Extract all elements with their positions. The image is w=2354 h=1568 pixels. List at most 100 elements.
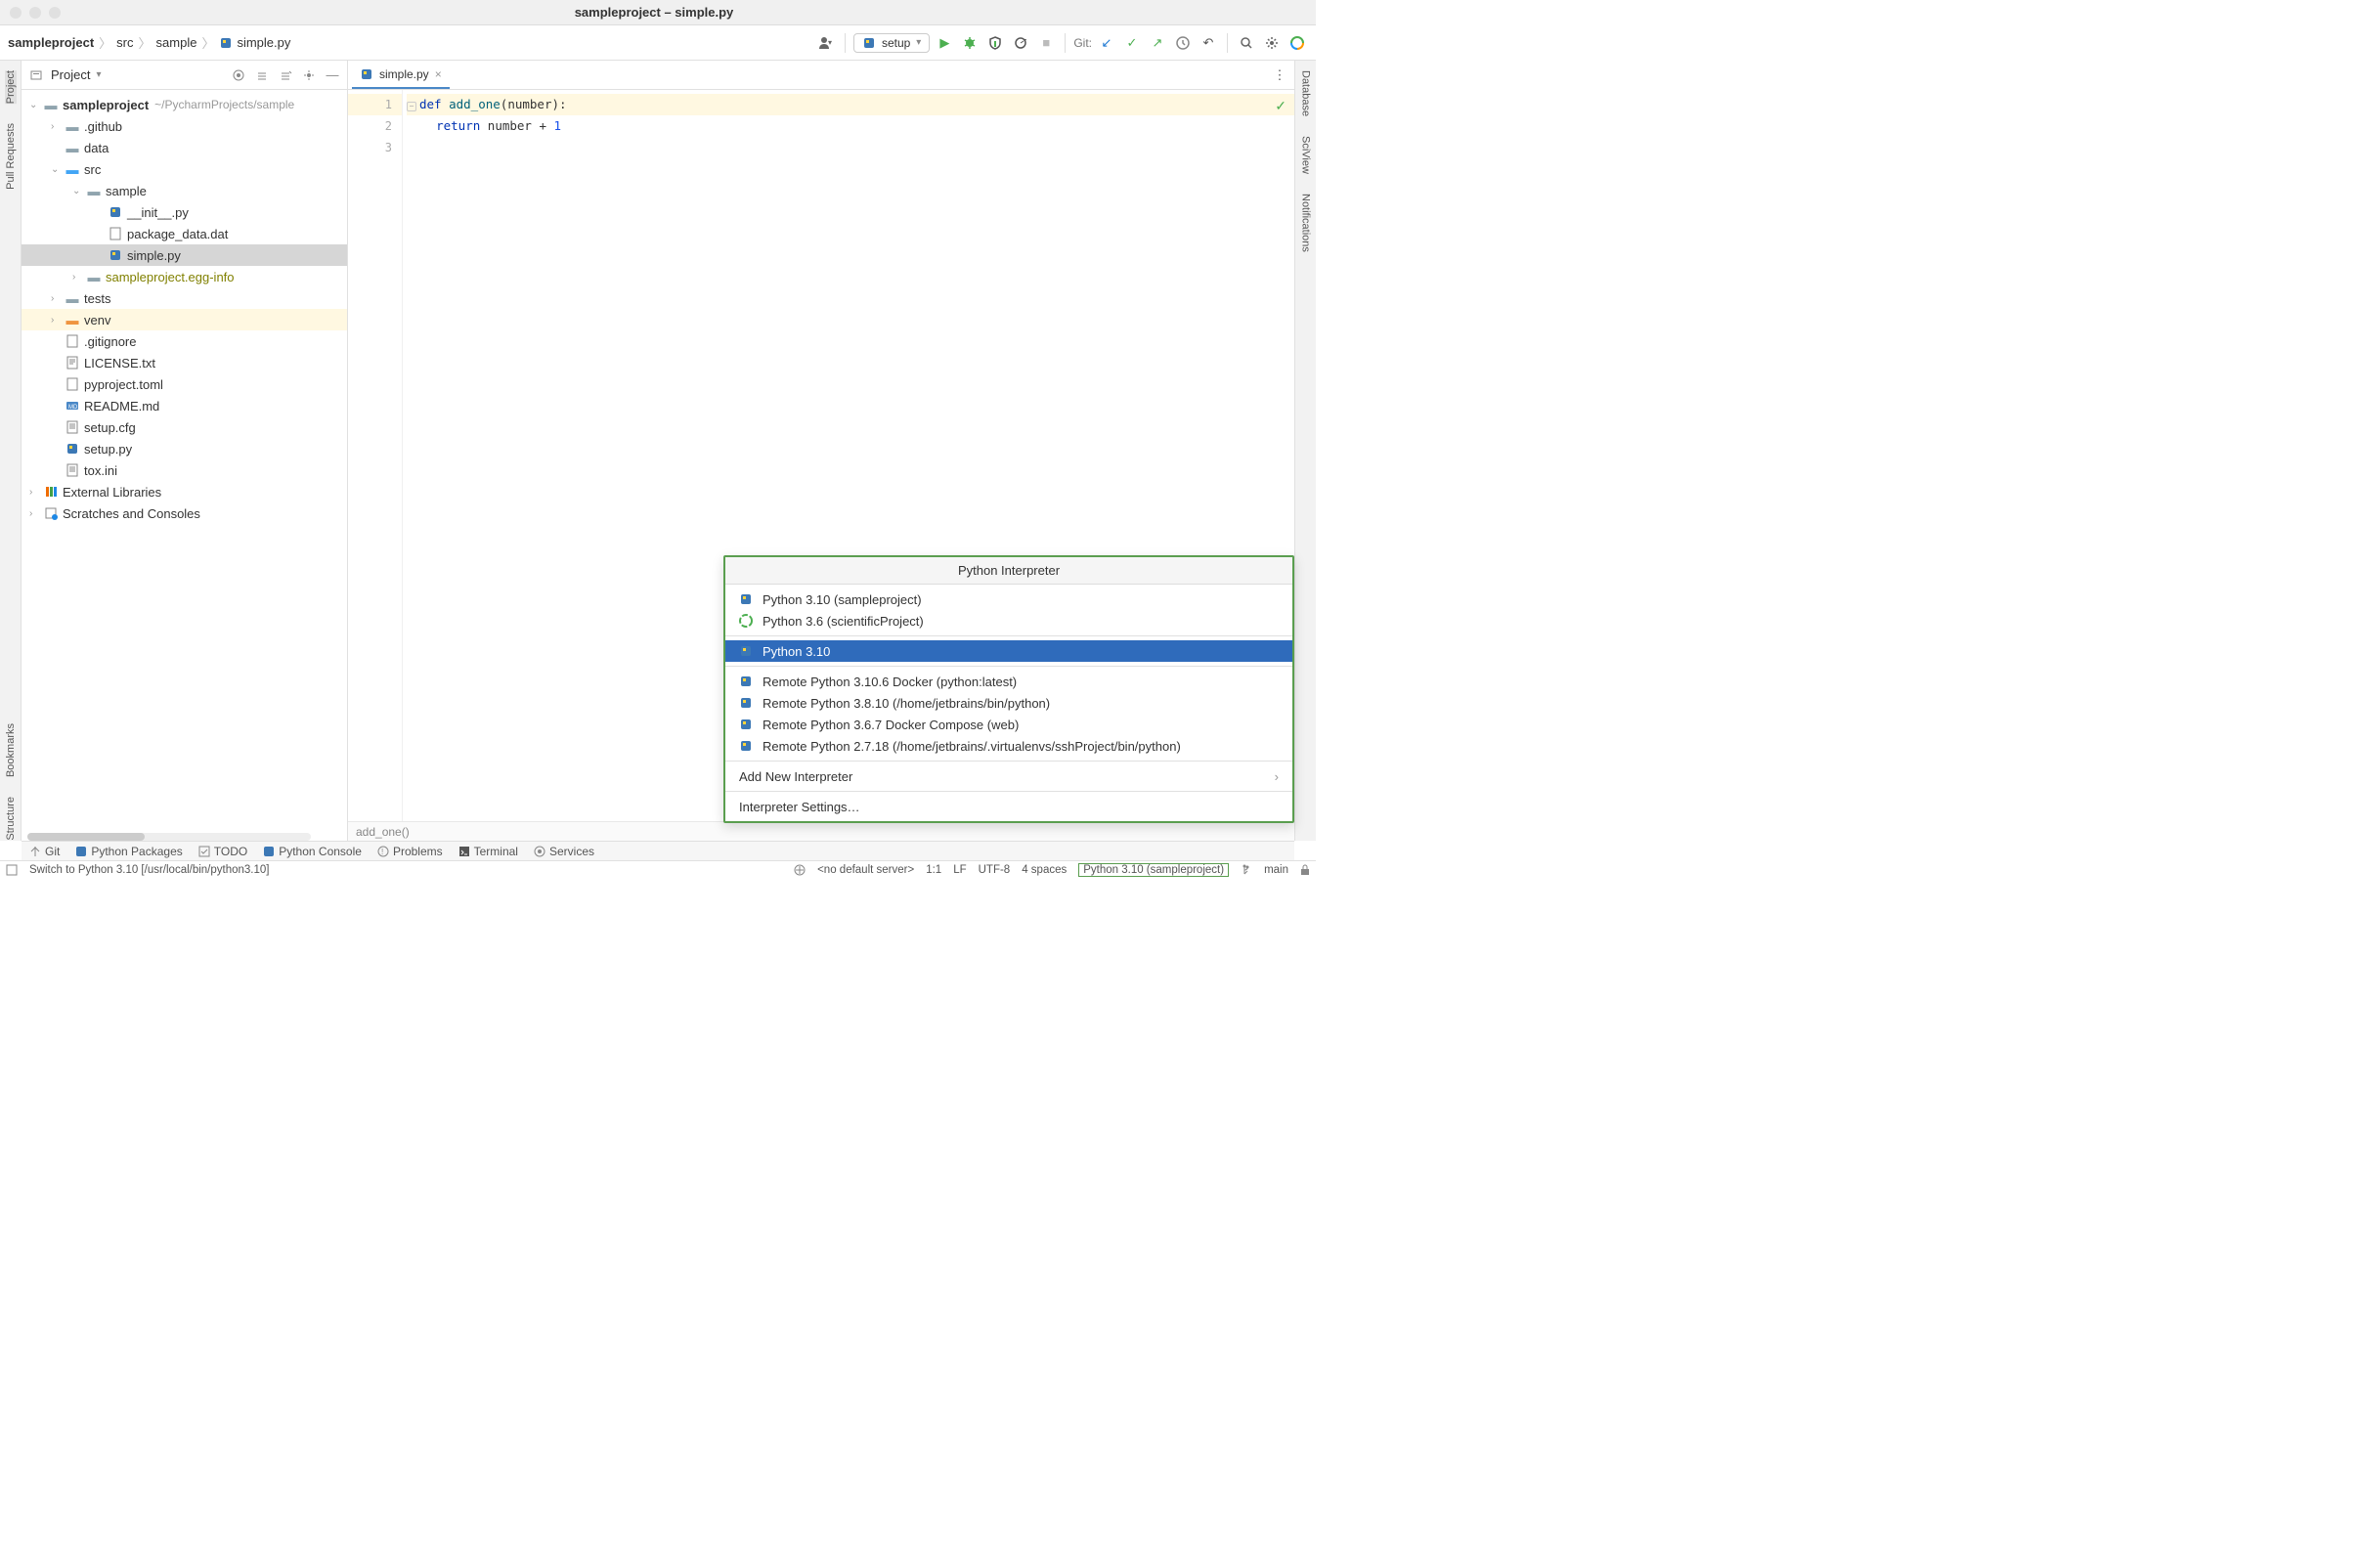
status-server[interactable]: <no default server> bbox=[817, 864, 914, 876]
tree-root[interactable]: ⌄ ▬ sampleproject ~/PycharmProjects/samp… bbox=[22, 94, 347, 115]
tree-node-pyproject[interactable]: pyproject.toml bbox=[22, 373, 347, 395]
search-icon[interactable] bbox=[1236, 32, 1257, 54]
status-interpreter[interactable]: Python 3.10 (sampleproject) bbox=[1078, 863, 1229, 877]
project-panel-title[interactable]: Project bbox=[51, 67, 90, 82]
coverage-button[interactable] bbox=[984, 32, 1006, 54]
profile-button[interactable]: ▾ bbox=[1010, 32, 1031, 54]
status-indent[interactable]: 4 spaces bbox=[1022, 864, 1067, 876]
status-branch[interactable]: main bbox=[1264, 864, 1288, 876]
breadcrumb-item-sample[interactable]: sample bbox=[156, 35, 197, 50]
code-crumb[interactable]: add_one() bbox=[356, 825, 410, 839]
tree-node-init[interactable]: __init__.py bbox=[22, 201, 347, 223]
interpreter-option[interactable]: Remote Python 3.8.10 (/home/jetbrains/bi… bbox=[725, 692, 1292, 714]
interpreter-option-selected[interactable]: Python 3.10 bbox=[725, 640, 1292, 662]
hide-panel-icon[interactable]: — bbox=[324, 66, 341, 84]
git-commit-icon[interactable]: ✓ bbox=[1121, 32, 1143, 54]
breadcrumb-file[interactable]: simple.py bbox=[237, 35, 290, 50]
scrollbar-thumb[interactable] bbox=[27, 833, 145, 841]
tree-node-venv[interactable]: › ▬ venv bbox=[22, 309, 347, 330]
status-branch-icon[interactable] bbox=[1241, 864, 1252, 876]
project-tree[interactable]: ⌄ ▬ sampleproject ~/PycharmProjects/samp… bbox=[22, 90, 347, 841]
expand-arrow-icon[interactable]: ⌄ bbox=[51, 164, 65, 175]
line-number[interactable]: 3 bbox=[348, 137, 392, 158]
tool-tab-todo[interactable]: TODO bbox=[198, 845, 247, 858]
expand-arrow-icon[interactable]: › bbox=[51, 315, 65, 326]
git-push-icon[interactable]: ↗ bbox=[1147, 32, 1168, 54]
editor-gutter[interactable]: 1 2 3 bbox=[348, 90, 403, 841]
tree-node-egginfo[interactable]: › ▬ sampleproject.egg-info bbox=[22, 266, 347, 287]
git-pull-icon[interactable]: ↙ bbox=[1096, 32, 1117, 54]
tool-tab-bookmarks[interactable]: Bookmarks bbox=[5, 723, 17, 777]
tree-horizontal-scrollbar[interactable] bbox=[27, 833, 311, 841]
debug-button[interactable] bbox=[959, 32, 981, 54]
code-crumb-bar[interactable]: add_one() bbox=[348, 821, 1294, 841]
project-view-icon[interactable] bbox=[27, 66, 45, 84]
tool-tab-git[interactable]: Git bbox=[29, 845, 60, 858]
breadcrumb-root[interactable]: sampleproject bbox=[8, 35, 94, 50]
fold-handle-icon[interactable]: − bbox=[407, 102, 416, 111]
minimize-window-button[interactable] bbox=[29, 7, 41, 19]
tree-node-simple[interactable]: simple.py bbox=[22, 244, 347, 266]
select-opened-file-icon[interactable] bbox=[230, 66, 247, 84]
tool-tab-problems[interactable]: ! Problems bbox=[377, 845, 443, 858]
status-encoding[interactable]: UTF-8 bbox=[979, 864, 1011, 876]
tree-node-readme[interactable]: MD README.md bbox=[22, 395, 347, 416]
interpreter-option[interactable]: Remote Python 3.10.6 Docker (python:late… bbox=[725, 671, 1292, 692]
status-caret-position[interactable]: 1:1 bbox=[926, 864, 941, 876]
expand-arrow-icon[interactable]: › bbox=[29, 487, 43, 498]
tree-node-toxini[interactable]: tox.ini bbox=[22, 459, 347, 481]
tab-close-icon[interactable]: × bbox=[435, 67, 442, 81]
expand-arrow-icon[interactable]: › bbox=[51, 121, 65, 132]
interpreter-option[interactable]: Python 3.6 (scientificProject) bbox=[725, 610, 1292, 632]
tool-tab-sciview[interactable]: SciView bbox=[1300, 136, 1312, 174]
editor-more-icon[interactable]: ⋮ bbox=[1269, 65, 1290, 86]
tree-node-sample[interactable]: ⌄ ▬ sample bbox=[22, 180, 347, 201]
tree-node-src[interactable]: ⌄ ▬ src bbox=[22, 158, 347, 180]
git-history-icon[interactable] bbox=[1172, 32, 1194, 54]
tool-tab-notifications[interactable]: Notifications bbox=[1300, 194, 1312, 252]
tree-node-setuppy[interactable]: setup.py bbox=[22, 438, 347, 459]
status-line-ending[interactable]: LF bbox=[953, 864, 966, 876]
expand-all-icon[interactable] bbox=[253, 66, 271, 84]
zoom-window-button[interactable] bbox=[49, 7, 61, 19]
panel-settings-icon[interactable] bbox=[300, 66, 318, 84]
interpreter-option[interactable]: Python 3.10 (sampleproject) bbox=[725, 588, 1292, 610]
tree-node-tests[interactable]: › ▬ tests bbox=[22, 287, 347, 309]
tree-node-pkgdata[interactable]: package_data.dat bbox=[22, 223, 347, 244]
breadcrumb-item-src[interactable]: src bbox=[116, 35, 133, 50]
collapse-all-icon[interactable] bbox=[277, 66, 294, 84]
user-icon[interactable]: ▾ bbox=[815, 32, 837, 54]
interpreter-option[interactable]: Remote Python 2.7.18 (/home/jetbrains/.v… bbox=[725, 735, 1292, 757]
ide-logo-icon[interactable] bbox=[1286, 32, 1308, 54]
tree-node-gitignore[interactable]: .gitignore bbox=[22, 330, 347, 352]
tree-node-scratches[interactable]: › Scratches and Consoles bbox=[22, 502, 347, 524]
tool-tab-structure[interactable]: Structure bbox=[5, 797, 17, 841]
tool-tab-database[interactable]: Database bbox=[1300, 70, 1312, 116]
tool-tab-services[interactable]: Services bbox=[534, 845, 594, 858]
run-config-selector[interactable]: setup ▾ bbox=[853, 33, 930, 53]
status-hint[interactable]: Switch to Python 3.10 [/usr/local/bin/py… bbox=[29, 864, 269, 876]
chevron-down-icon[interactable]: ▾ bbox=[96, 69, 101, 80]
tree-node-extlib[interactable]: › External Libraries bbox=[22, 481, 347, 502]
expand-arrow-icon[interactable]: › bbox=[29, 508, 43, 519]
line-number[interactable]: 1 bbox=[348, 94, 402, 115]
tool-tab-pull-requests[interactable]: Pull Requests bbox=[5, 123, 17, 190]
run-button[interactable]: ▶ bbox=[934, 32, 955, 54]
add-interpreter-option[interactable]: Add New Interpreter › bbox=[725, 765, 1292, 787]
interpreter-option[interactable]: Remote Python 3.6.7 Docker Compose (web) bbox=[725, 714, 1292, 735]
stop-button[interactable]: ■ bbox=[1035, 32, 1057, 54]
status-lock-icon[interactable] bbox=[1300, 864, 1310, 876]
settings-icon[interactable] bbox=[1261, 32, 1283, 54]
inspection-ok-icon[interactable]: ✓ bbox=[1275, 98, 1286, 114]
tree-node-data[interactable]: ▬ data bbox=[22, 137, 347, 158]
status-server-icon[interactable] bbox=[794, 864, 806, 876]
status-quicklist-icon[interactable] bbox=[6, 864, 18, 876]
tool-tab-packages[interactable]: Python Packages bbox=[75, 845, 182, 858]
close-window-button[interactable] bbox=[10, 7, 22, 19]
tree-node-setupcfg[interactable]: setup.cfg bbox=[22, 416, 347, 438]
line-number[interactable]: 2 bbox=[348, 115, 392, 137]
editor-tab-simple[interactable]: simple.py × bbox=[352, 61, 450, 89]
expand-arrow-icon[interactable]: ⌄ bbox=[72, 186, 86, 196]
git-rollback-icon[interactable]: ↶ bbox=[1198, 32, 1219, 54]
tree-node-license[interactable]: LICENSE.txt bbox=[22, 352, 347, 373]
